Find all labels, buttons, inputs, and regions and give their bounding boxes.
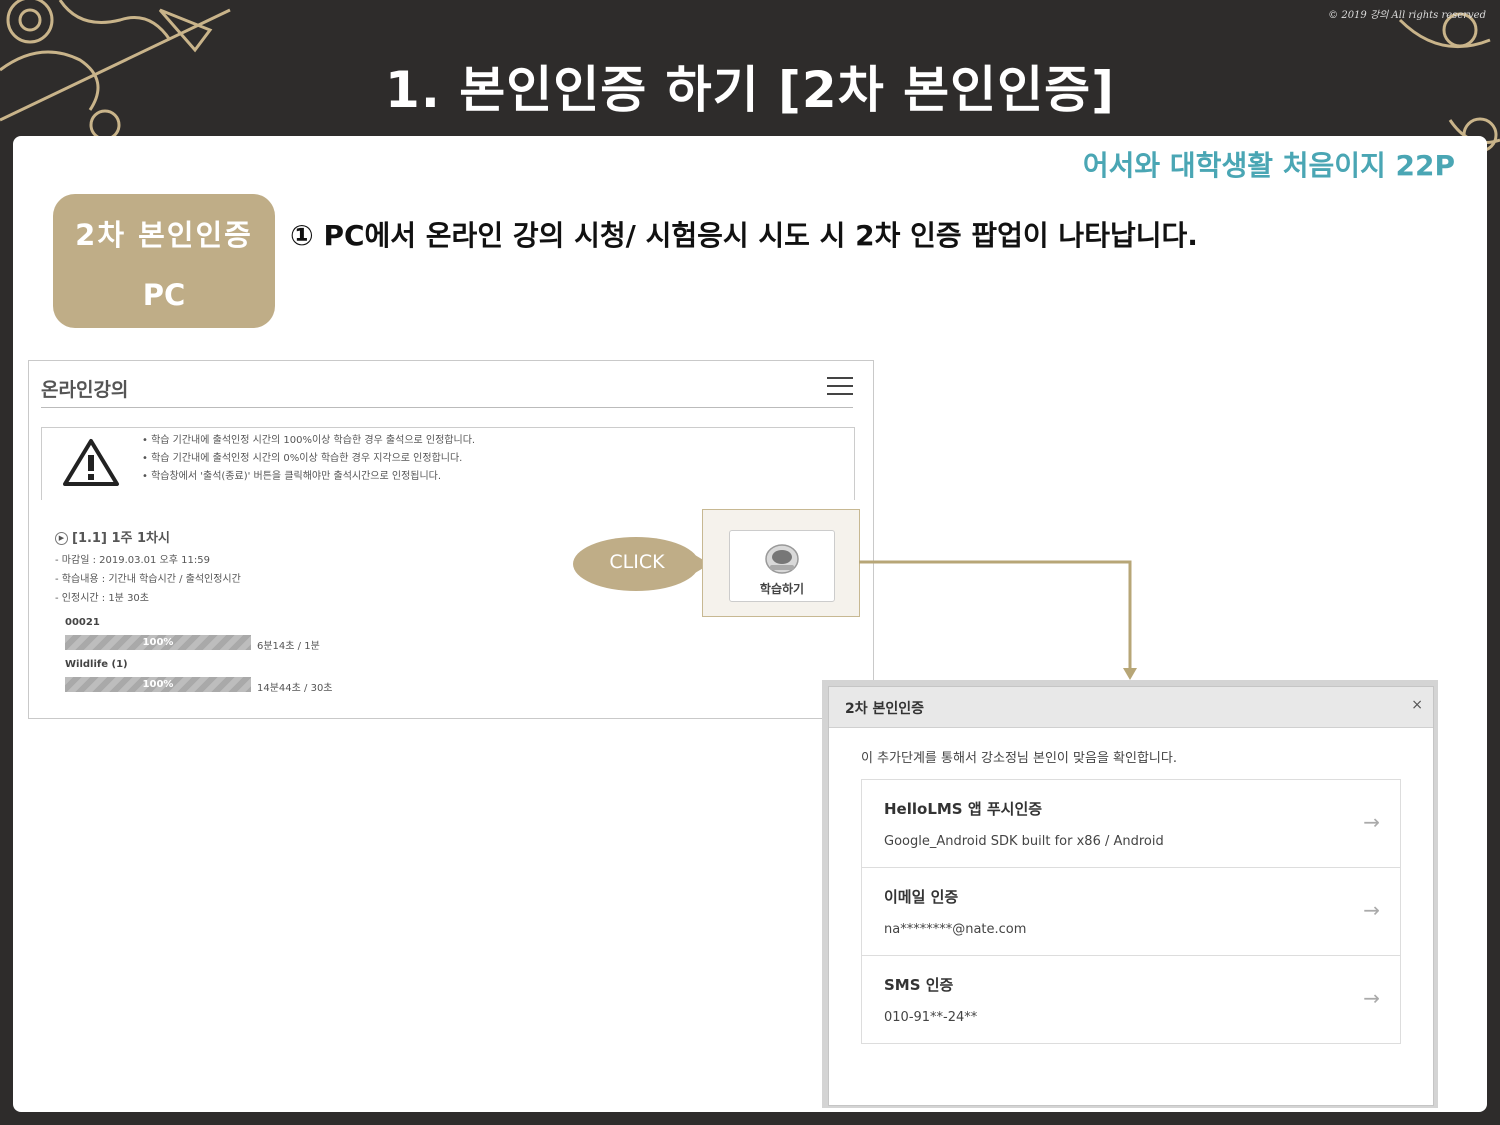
option-subtitle: 010-91**-24** xyxy=(884,1010,978,1025)
lesson-meta: 마감일 : 2019.03.01 오후 11:59 학습내용 : 기간내 학습시… xyxy=(55,551,241,608)
arrow-right-icon: → xyxy=(1363,898,1380,922)
copyright-notice: © 2019 강의 All rights reserved xyxy=(1328,10,1486,21)
hamburger-menu-icon[interactable] xyxy=(827,377,853,397)
slide-title: 1. 본인인증 하기 [2차 본인인증] xyxy=(385,61,1115,119)
study-button-label: 학습하기 xyxy=(759,582,805,596)
section-badge: 2차 본인인증 PC xyxy=(53,194,275,328)
close-icon[interactable]: × xyxy=(1411,697,1423,713)
warning-icon xyxy=(63,439,119,486)
study-button-highlight: 학습하기 xyxy=(702,509,860,617)
progress-label: 00021 xyxy=(65,617,100,628)
notice-item: 학습 기간내에 출석인정 시간의 0%이상 학습한 경우 지각으로 인정합니다. xyxy=(142,450,475,468)
option-title: 이메일 인증 xyxy=(884,888,959,906)
option-subtitle: Google_Android SDK built for x86 / Andro… xyxy=(884,834,1164,849)
source-reference: 어서와 대학생활 처음이지 22P xyxy=(1082,149,1455,182)
notice-item: 학습창에서 '출석(종료)' 버튼을 클릭해야만 출석시간으로 인정됩니다. xyxy=(142,468,475,486)
step-description: ① PC에서 온라인 강의 시청/ 시험응시 시도 시 2차 인증 팝업이 나타… xyxy=(290,219,1198,252)
notice-list: 학습 기간내에 출석인정 시간의 100%이상 학습한 경우 출석으로 인정합니… xyxy=(142,432,475,486)
panel-title: 온라인강의 xyxy=(41,379,129,401)
option-title: HelloLMS 앱 푸시인증 xyxy=(884,800,1043,818)
progress-time: 6분14초 / 1분 xyxy=(257,641,320,652)
meta-item: 학습내용 : 기간내 학습시간 / 출석인정시간 xyxy=(55,570,241,589)
study-button[interactable]: 학습하기 xyxy=(729,530,835,602)
meta-item: 인정시간 : 1분 30초 xyxy=(55,589,241,608)
option-title: SMS 인증 xyxy=(884,976,954,994)
progress-bar: 100% xyxy=(65,635,251,650)
auth-option-email[interactable]: 이메일 인증 na********@nate.com → xyxy=(861,867,1401,956)
auth-option-app-push[interactable]: HelloLMS 앱 푸시인증 Google_Android SDK built… xyxy=(861,779,1401,868)
option-subtitle: na********@nate.com xyxy=(884,922,1027,937)
divider xyxy=(41,407,853,408)
badge-label: 2차 본인인증 xyxy=(75,218,253,252)
click-callout-label: CLICK xyxy=(609,551,665,573)
lesson-title-text: [1.1] 1주 1차시 xyxy=(72,531,170,546)
second-auth-popup: 2차 본인인증 × 이 추가단계를 통해서 강소정님 본인이 맞음을 확인합니다… xyxy=(828,686,1434,1106)
study-icon xyxy=(765,544,799,574)
arrow-right-icon: → xyxy=(1363,986,1380,1010)
notice-box: 학습 기간내에 출석인정 시간의 100%이상 학습한 경우 출석으로 인정합니… xyxy=(41,427,855,500)
progress-bar: 100% xyxy=(65,677,251,692)
auth-option-sms[interactable]: SMS 인증 010-91**-24** → xyxy=(861,955,1401,1044)
progress-label: Wildlife (1) xyxy=(65,659,128,670)
play-icon: ▶ xyxy=(55,532,68,545)
notice-item: 학습 기간내에 출석인정 시간의 100%이상 학습한 경우 출석으로 인정합니… xyxy=(142,432,475,450)
badge-sublabel: PC xyxy=(142,278,186,312)
progress-time: 14분44초 / 30초 xyxy=(257,683,333,694)
popup-title: 2차 본인인증 xyxy=(845,701,925,717)
arrow-right-icon: → xyxy=(1363,810,1380,834)
popup-header: 2차 본인인증 × xyxy=(829,687,1433,728)
popup-description: 이 추가단계를 통해서 강소정님 본인이 맞음을 확인합니다. xyxy=(861,751,1177,766)
lesson-title: ▶ [1.1] 1주 1차시 xyxy=(55,527,170,546)
meta-item: 마감일 : 2019.03.01 오후 11:59 xyxy=(55,551,241,570)
